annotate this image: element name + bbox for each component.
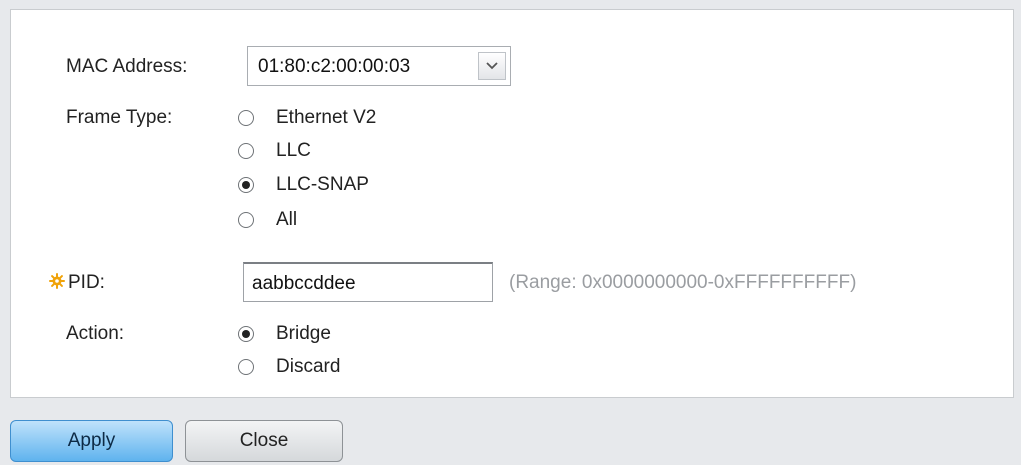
frame-type-label-ethernet-v2: Ethernet V2 [276, 107, 377, 128]
action-label-discard: Discard [276, 356, 341, 377]
apply-button[interactable]: Apply [10, 420, 173, 462]
mac-address-label: MAC Address: [66, 56, 188, 77]
frame-type-label-all: All [276, 209, 298, 230]
action-option-discard[interactable]: Discard [238, 356, 340, 378]
radio-llc[interactable] [238, 143, 254, 159]
pid-value: aabbccddee [252, 273, 356, 294]
radio-bridge[interactable] [238, 326, 254, 342]
frame-type-option-llc[interactable]: LLC [238, 140, 311, 162]
frame-type-option-all[interactable]: All [238, 209, 297, 231]
close-button[interactable]: Close [185, 420, 343, 462]
pid-range-hint: (Range: 0x0000000000-0xFFFFFFFFFF) [509, 272, 857, 293]
action-label: Action: [66, 323, 125, 344]
frame-type-label-llc: LLC [276, 140, 311, 161]
action-option-bridge[interactable]: Bridge [238, 323, 331, 345]
form-panel: MAC Address: 01:80:c2:00:00:03 Frame Typ… [10, 9, 1014, 398]
chevron-down-icon[interactable] [478, 52, 506, 80]
radio-all[interactable] [238, 212, 254, 228]
required-gear-icon [49, 273, 65, 289]
frame-type-option-ethernet-v2[interactable]: Ethernet V2 [238, 107, 376, 129]
pid-label: PID: [68, 272, 105, 293]
radio-discard[interactable] [238, 359, 254, 375]
frame-type-label: Frame Type: [66, 107, 173, 128]
mac-address-select[interactable]: 01:80:c2:00:00:03 [247, 46, 511, 86]
frame-type-label-llc-snap: LLC-SNAP [276, 174, 369, 195]
radio-llc-snap[interactable] [238, 177, 254, 193]
action-label-bridge: Bridge [276, 323, 331, 344]
mac-address-value: 01:80:c2:00:00:03 [258, 56, 411, 77]
pid-input[interactable]: aabbccddee [243, 262, 493, 302]
radio-ethernet-v2[interactable] [238, 110, 254, 126]
frame-type-option-llc-snap[interactable]: LLC-SNAP [238, 174, 369, 196]
